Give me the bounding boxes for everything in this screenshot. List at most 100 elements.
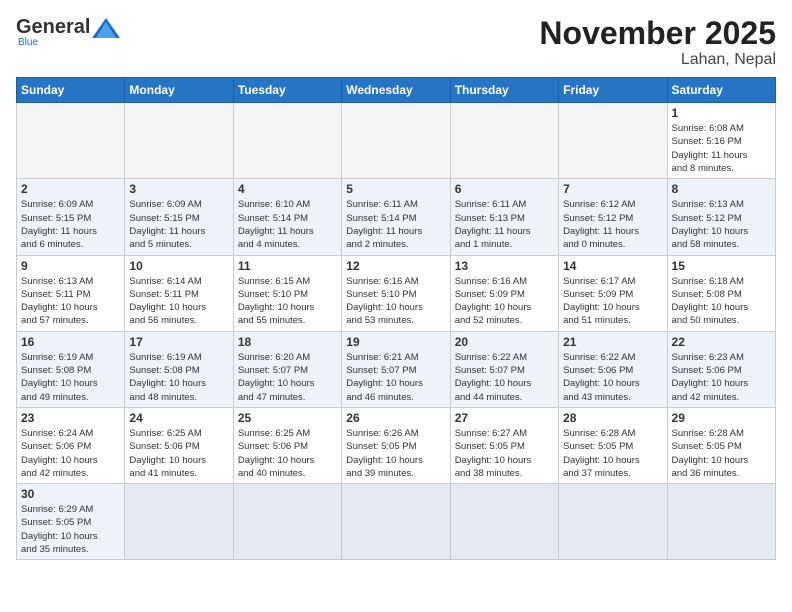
day-info: Sunrise: 6:29 AM Sunset: 5:05 PM Dayligh… xyxy=(21,503,120,556)
day-number: 4 xyxy=(238,182,337,196)
day-info: Sunrise: 6:22 AM Sunset: 5:06 PM Dayligh… xyxy=(563,351,662,404)
week-row-6: 30Sunrise: 6:29 AM Sunset: 5:05 PM Dayli… xyxy=(17,484,776,560)
day-cell: 11 Sunrise: 6:15 AM Sunset: 5:10 PM Dayli… xyxy=(233,255,341,331)
day-cell xyxy=(450,103,558,179)
day-number: 25 xyxy=(238,411,337,425)
day-number: 12 xyxy=(346,259,445,273)
day-cell xyxy=(125,103,233,179)
day-number: 16 xyxy=(21,335,120,349)
day-cell: 7Sunrise: 6:12 AM Sunset: 5:12 PM Daylig… xyxy=(559,179,667,255)
day-cell xyxy=(125,484,233,560)
day-info: Sunrise: 6:21 AM Sunset: 5:07 PM Dayligh… xyxy=(346,351,445,404)
month-title: November 2025 xyxy=(539,16,776,51)
day-number: 10 xyxy=(129,259,228,273)
day-number: 14 xyxy=(563,259,662,273)
day-cell xyxy=(233,484,341,560)
day-number: 24 xyxy=(129,411,228,425)
weekday-header-monday: Monday xyxy=(125,78,233,103)
week-row-2: 2 Sunrise: 6:09 AM Sunset: 5:15 PM Daylig… xyxy=(17,179,776,255)
day-number: 5 xyxy=(346,182,445,196)
day-info: Sunrise: 6:14 AM Sunset: 5:11 PM Dayligh… xyxy=(129,275,228,328)
day-cell: 3Sunrise: 6:09 AM Sunset: 5:15 PM Daylig… xyxy=(125,179,233,255)
day-info: Sunrise: 6:22 AM Sunset: 5:07 PM Dayligh… xyxy=(455,351,554,404)
week-row-5: 23 Sunrise: 6:24 AM Sunset: 5:06 PM Dayli… xyxy=(17,407,776,483)
calendar-table: SundayMondayTuesdayWednesdayThursdayFrid… xyxy=(16,77,776,560)
day-info: Sunrise: 6:20 AM Sunset: 5:07 PM Dayligh… xyxy=(238,351,337,404)
day-number: 23 xyxy=(21,411,120,425)
day-cell: 23 Sunrise: 6:24 AM Sunset: 5:06 PM Dayli… xyxy=(17,407,125,483)
logo-icon xyxy=(92,18,120,38)
week-row-4: 16 Sunrise: 6:19 AM Sunset: 5:08 PM Dayli… xyxy=(17,331,776,407)
weekday-header-saturday: Saturday xyxy=(667,78,775,103)
day-cell: 8Sunrise: 6:13 AM Sunset: 5:12 PM Daylig… xyxy=(667,179,775,255)
day-cell: 21Sunrise: 6:22 AM Sunset: 5:06 PM Dayli… xyxy=(559,331,667,407)
day-cell xyxy=(342,484,450,560)
day-cell xyxy=(342,103,450,179)
day-cell: 13Sunrise: 6:16 AM Sunset: 5:09 PM Dayli… xyxy=(450,255,558,331)
header: General Blue November 2025 Lahan, Nepal xyxy=(16,16,776,69)
day-number: 18 xyxy=(238,335,337,349)
location: Lahan, Nepal xyxy=(539,51,776,69)
day-cell: 9 Sunrise: 6:13 AM Sunset: 5:11 PM Daylig… xyxy=(17,255,125,331)
day-cell: 29Sunrise: 6:28 AM Sunset: 5:05 PM Dayli… xyxy=(667,407,775,483)
day-cell: 27Sunrise: 6:27 AM Sunset: 5:05 PM Dayli… xyxy=(450,407,558,483)
day-number: 11 xyxy=(238,259,337,273)
day-info: Sunrise: 6:13 AM Sunset: 5:12 PM Dayligh… xyxy=(672,198,771,251)
day-info: Sunrise: 6:26 AM Sunset: 5:05 PM Dayligh… xyxy=(346,427,445,480)
day-info: Sunrise: 6:16 AM Sunset: 5:10 PM Dayligh… xyxy=(346,275,445,328)
day-number: 22 xyxy=(672,335,771,349)
day-cell xyxy=(450,484,558,560)
week-row-3: 9 Sunrise: 6:13 AM Sunset: 5:11 PM Daylig… xyxy=(17,255,776,331)
day-cell xyxy=(17,103,125,179)
day-number: 9 xyxy=(21,259,120,273)
day-number: 29 xyxy=(672,411,771,425)
page: General Blue November 2025 Lahan, Nepal … xyxy=(0,0,792,568)
day-number: 13 xyxy=(455,259,554,273)
day-info: Sunrise: 6:27 AM Sunset: 5:05 PM Dayligh… xyxy=(455,427,554,480)
weekday-header-thursday: Thursday xyxy=(450,78,558,103)
day-cell xyxy=(559,484,667,560)
day-info: Sunrise: 6:09 AM Sunset: 5:15 PM Dayligh… xyxy=(21,198,120,251)
day-info: Sunrise: 6:19 AM Sunset: 5:08 PM Dayligh… xyxy=(21,351,120,404)
day-info: Sunrise: 6:19 AM Sunset: 5:08 PM Dayligh… xyxy=(129,351,228,404)
day-cell: 25 Sunrise: 6:25 AM Sunset: 5:06 PM Dayli… xyxy=(233,407,341,483)
day-info: Sunrise: 6:13 AM Sunset: 5:11 PM Dayligh… xyxy=(21,275,120,328)
day-info: Sunrise: 6:15 AM Sunset: 5:10 PM Dayligh… xyxy=(238,275,337,328)
day-info: Sunrise: 6:11 AM Sunset: 5:13 PM Dayligh… xyxy=(455,198,554,251)
logo-general-text: General xyxy=(16,16,90,39)
day-number: 15 xyxy=(672,259,771,273)
weekday-header-friday: Friday xyxy=(559,78,667,103)
day-cell: 14 Sunrise: 6:17 AM Sunset: 5:09 PM Dayli… xyxy=(559,255,667,331)
day-number: 19 xyxy=(346,335,445,349)
day-info: Sunrise: 6:09 AM Sunset: 5:15 PM Dayligh… xyxy=(129,198,228,251)
day-info: Sunrise: 6:08 AM Sunset: 5:16 PM Dayligh… xyxy=(672,122,771,175)
day-cell: 2 Sunrise: 6:09 AM Sunset: 5:15 PM Daylig… xyxy=(17,179,125,255)
day-cell: 20 Sunrise: 6:22 AM Sunset: 5:07 PM Dayli… xyxy=(450,331,558,407)
day-info: Sunrise: 6:17 AM Sunset: 5:09 PM Dayligh… xyxy=(563,275,662,328)
day-number: 1 xyxy=(672,106,771,120)
day-info: Sunrise: 6:25 AM Sunset: 5:06 PM Dayligh… xyxy=(238,427,337,480)
day-cell: 26 Sunrise: 6:26 AM Sunset: 5:05 PM Dayli… xyxy=(342,407,450,483)
weekday-header-sunday: Sunday xyxy=(17,78,125,103)
title-block: November 2025 Lahan, Nepal xyxy=(539,16,776,69)
weekday-header-tuesday: Tuesday xyxy=(233,78,341,103)
day-number: 2 xyxy=(21,182,120,196)
day-cell: 30Sunrise: 6:29 AM Sunset: 5:05 PM Dayli… xyxy=(17,484,125,560)
day-cell: 22Sunrise: 6:23 AM Sunset: 5:06 PM Dayli… xyxy=(667,331,775,407)
day-info: Sunrise: 6:25 AM Sunset: 5:06 PM Dayligh… xyxy=(129,427,228,480)
day-number: 26 xyxy=(346,411,445,425)
day-cell: 10 Sunrise: 6:14 AM Sunset: 5:11 PM Dayli… xyxy=(125,255,233,331)
day-cell xyxy=(233,103,341,179)
day-number: 6 xyxy=(455,182,554,196)
day-cell: 4Sunrise: 6:10 AM Sunset: 5:14 PM Daylig… xyxy=(233,179,341,255)
weekday-header-row: SundayMondayTuesdayWednesdayThursdayFrid… xyxy=(17,78,776,103)
day-info: Sunrise: 6:24 AM Sunset: 5:06 PM Dayligh… xyxy=(21,427,120,480)
day-cell xyxy=(667,484,775,560)
day-info: Sunrise: 6:11 AM Sunset: 5:14 PM Dayligh… xyxy=(346,198,445,251)
day-number: 7 xyxy=(563,182,662,196)
day-number: 20 xyxy=(455,335,554,349)
day-cell: 16 Sunrise: 6:19 AM Sunset: 5:08 PM Dayli… xyxy=(17,331,125,407)
day-cell: 1 Sunrise: 6:08 AM Sunset: 5:16 PM Daylig… xyxy=(667,103,775,179)
day-cell: 19 Sunrise: 6:21 AM Sunset: 5:07 PM Dayli… xyxy=(342,331,450,407)
day-cell: 5 Sunrise: 6:11 AM Sunset: 5:14 PM Daylig… xyxy=(342,179,450,255)
